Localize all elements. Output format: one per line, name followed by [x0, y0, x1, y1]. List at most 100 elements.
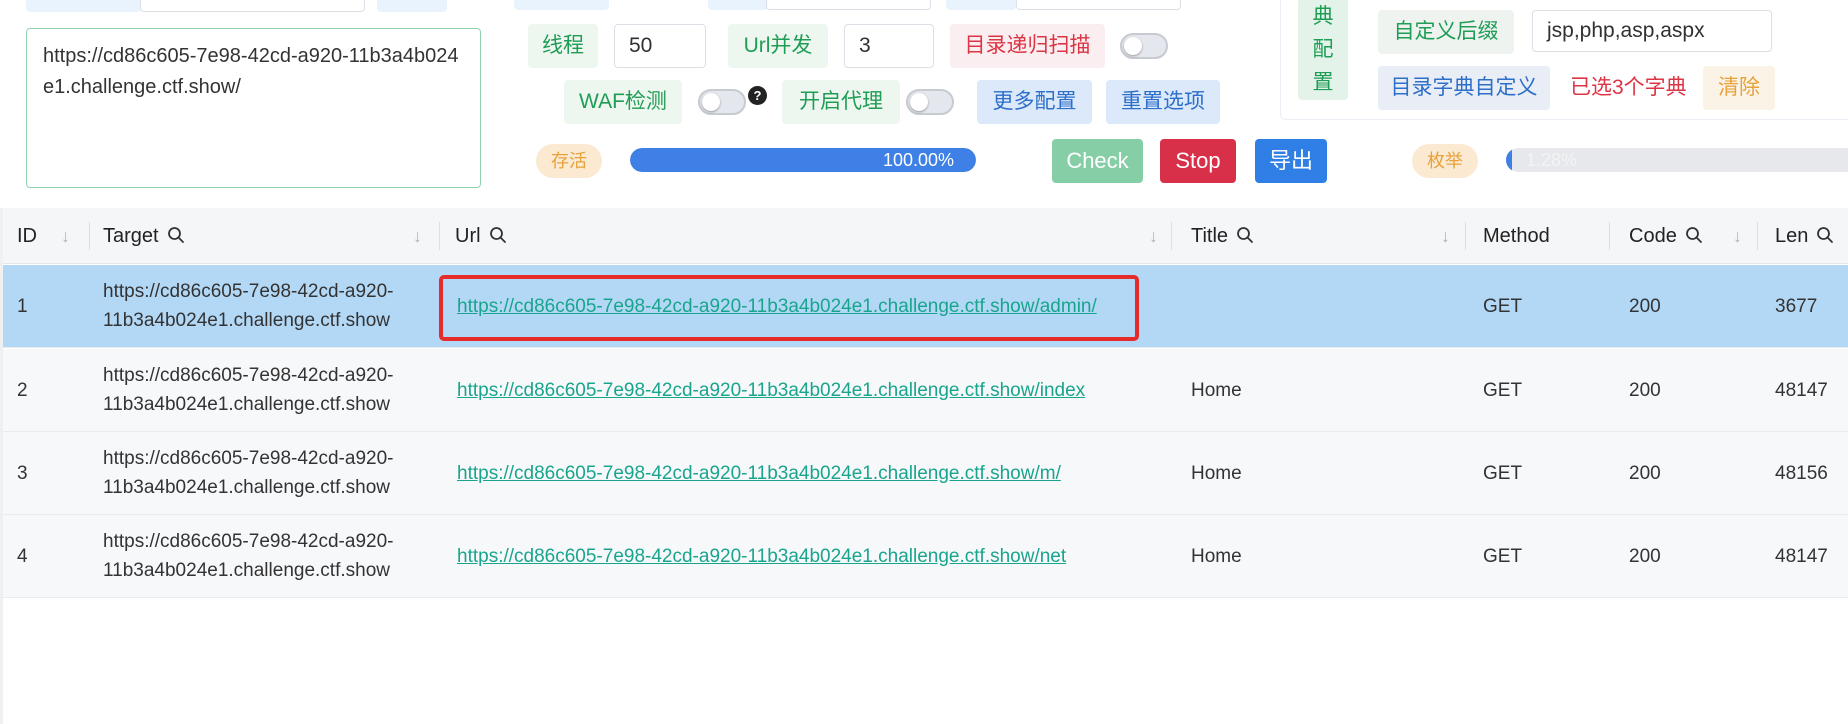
waf-help-icon[interactable]: ? — [748, 86, 767, 105]
col-header-code-text: Code — [1629, 225, 1677, 247]
dict-config-vertical-label: 典 配 置 — [1298, 0, 1348, 100]
row-len: 48147 — [1775, 380, 1828, 401]
custom-suffix-input[interactable]: jsp,php,asp,aspx — [1532, 10, 1772, 52]
threads-label: 线程 — [528, 24, 598, 68]
dict-vert-char-2: 配 — [1312, 38, 1334, 61]
row-target: https://cd86c605-7e98-42cd-a920- 11b3a4b… — [103, 361, 393, 419]
custom-suffix-label: 自定义后缀 — [1378, 10, 1514, 54]
partial-top-button-4[interactable] — [708, 0, 768, 10]
row-code: 200 — [1629, 463, 1661, 484]
row-title: Home — [1191, 380, 1242, 401]
custom-dict-button[interactable]: 目录字典自定义 — [1378, 66, 1550, 110]
alive-progress-text: 100.00% — [882, 150, 954, 170]
row-url-link[interactable]: https://cd86c605-7e98-42cd-a920-11b3a4b0… — [457, 432, 1061, 515]
export-button[interactable]: 导出 — [1255, 139, 1327, 183]
search-title-icon[interactable] — [1236, 226, 1254, 244]
row-target: https://cd86c605-7e98-42cd-a920- 11b3a4b… — [103, 444, 393, 502]
row-code: 200 — [1629, 380, 1661, 401]
partial-top-button-2[interactable] — [377, 0, 447, 12]
sort-arrow-id-icon[interactable]: ↓ — [61, 208, 70, 264]
col-header-method[interactable]: Method — [1483, 208, 1550, 264]
col-separator — [89, 222, 90, 250]
col-header-code[interactable]: Code — [1629, 208, 1703, 264]
search-len-icon[interactable] — [1816, 226, 1834, 244]
row-target-line1: https://cd86c605-7e98-42cd-a920- — [103, 365, 394, 386]
row-target-line2: 11b3a4b024e1.challenge.ctf.show — [103, 477, 390, 498]
row-code: 200 — [1629, 546, 1661, 567]
row-len: 48147 — [1775, 546, 1828, 567]
row-title: Home — [1191, 546, 1242, 567]
highlight-annotation-box — [439, 275, 1139, 341]
proxy-label: 开启代理 — [782, 80, 900, 124]
url-concurrency-label: Url并发 — [728, 24, 828, 68]
dict-vert-char-1: 典 — [1312, 5, 1334, 28]
row-url-link[interactable]: https://cd86c605-7e98-42cd-a920-11b3a4b0… — [457, 349, 1085, 432]
row-target-line1: https://cd86c605-7e98-42cd-a920- — [103, 448, 394, 469]
row-id: 1 — [17, 296, 28, 317]
search-code-icon[interactable] — [1685, 226, 1703, 244]
col-header-len[interactable]: Len — [1775, 208, 1834, 264]
sort-arrow-code-icon[interactable]: ↓ — [1733, 208, 1742, 264]
table-row[interactable]: 1 https://cd86c605-7e98-42cd-a920- 11b3a… — [3, 265, 1848, 348]
enum-progress-text: 1.28% — [1526, 150, 1578, 170]
table-row[interactable]: 3 https://cd86c605-7e98-42cd-a920- 11b3a… — [3, 432, 1848, 515]
col-header-title[interactable]: Title — [1191, 208, 1254, 264]
sort-arrow-title-icon[interactable]: ↓ — [1441, 208, 1450, 264]
enum-badge: 枚举 — [1412, 144, 1478, 178]
row-target-line2: 11b3a4b024e1.challenge.ctf.show — [103, 310, 390, 331]
col-header-title-text: Title — [1191, 225, 1229, 247]
partial-top-input-3[interactable] — [1016, 0, 1181, 10]
target-textarea[interactable]: https://cd86c605-7e98-42cd-a920-11b3a4b0… — [26, 28, 481, 188]
partial-top-input-1[interactable] — [140, 0, 365, 12]
partial-top-button-3[interactable] — [514, 0, 609, 10]
row-target-line1: https://cd86c605-7e98-42cd-a920- — [103, 281, 394, 302]
row-code: 200 — [1629, 296, 1661, 317]
search-target-icon[interactable] — [167, 226, 185, 244]
col-header-len-text: Len — [1775, 225, 1809, 247]
row-method: GET — [1483, 546, 1523, 567]
threads-input[interactable]: 50 — [614, 24, 706, 68]
row-url-link[interactable]: https://cd86c605-7e98-42cd-a920-11b3a4b0… — [457, 515, 1066, 598]
dict-vert-char-3: 置 — [1312, 71, 1334, 94]
sort-arrow-url-icon[interactable]: ↓ — [1149, 208, 1158, 264]
more-config-button[interactable]: 更多配置 — [977, 80, 1092, 124]
alive-progress-bar: 100.00% — [630, 148, 976, 172]
waf-detect-toggle[interactable] — [698, 89, 746, 115]
col-header-target[interactable]: Target — [103, 208, 185, 264]
row-target-line2: 11b3a4b024e1.challenge.ctf.show — [103, 560, 390, 581]
url-concurrency-input[interactable]: 3 — [844, 24, 934, 68]
partial-top-button-5[interactable] — [946, 0, 1016, 10]
row-target: https://cd86c605-7e98-42cd-a920- 11b3a4b… — [103, 277, 393, 335]
results-table: ID ↓ Target ↓ Url ↓ Title ↓ Method Code … — [0, 208, 1848, 724]
row-method: GET — [1483, 296, 1523, 317]
col-separator — [439, 222, 440, 250]
enum-progress-bar: 1.28% — [1506, 148, 1848, 172]
row-id: 4 — [17, 546, 28, 567]
col-separator — [1465, 222, 1466, 250]
clear-dict-button[interactable]: 清除 — [1703, 66, 1775, 110]
col-header-target-text: Target — [103, 225, 159, 247]
alive-badge: 存活 — [536, 144, 602, 178]
table-header: ID ↓ Target ↓ Url ↓ Title ↓ Method Code … — [3, 208, 1848, 264]
row-id: 2 — [17, 380, 28, 401]
search-url-icon[interactable] — [489, 226, 507, 244]
reset-options-button[interactable]: 重置选项 — [1106, 80, 1220, 124]
partial-top-input-2[interactable] — [766, 0, 931, 10]
table-row[interactable]: 4 https://cd86c605-7e98-42cd-a920- 11b3a… — [3, 515, 1848, 598]
partial-top-button-1[interactable] — [26, 0, 141, 12]
recursive-scan-toggle[interactable] — [1120, 33, 1168, 59]
col-separator — [1171, 222, 1172, 250]
col-header-url[interactable]: Url — [455, 208, 507, 264]
row-method: GET — [1483, 463, 1523, 484]
stop-button[interactable]: Stop — [1160, 139, 1236, 183]
enum-progress-fill — [1506, 148, 1512, 172]
col-header-id[interactable]: ID — [17, 208, 37, 264]
check-button[interactable]: Check — [1052, 139, 1143, 183]
row-method: GET — [1483, 380, 1523, 401]
col-separator — [1757, 222, 1758, 250]
sort-arrow-target-icon[interactable]: ↓ — [413, 208, 422, 264]
row-len: 3677 — [1775, 296, 1818, 317]
row-target-line1: https://cd86c605-7e98-42cd-a920- — [103, 531, 394, 552]
proxy-toggle[interactable] — [906, 89, 954, 115]
table-row[interactable]: 2 https://cd86c605-7e98-42cd-a920- 11b3a… — [3, 349, 1848, 432]
